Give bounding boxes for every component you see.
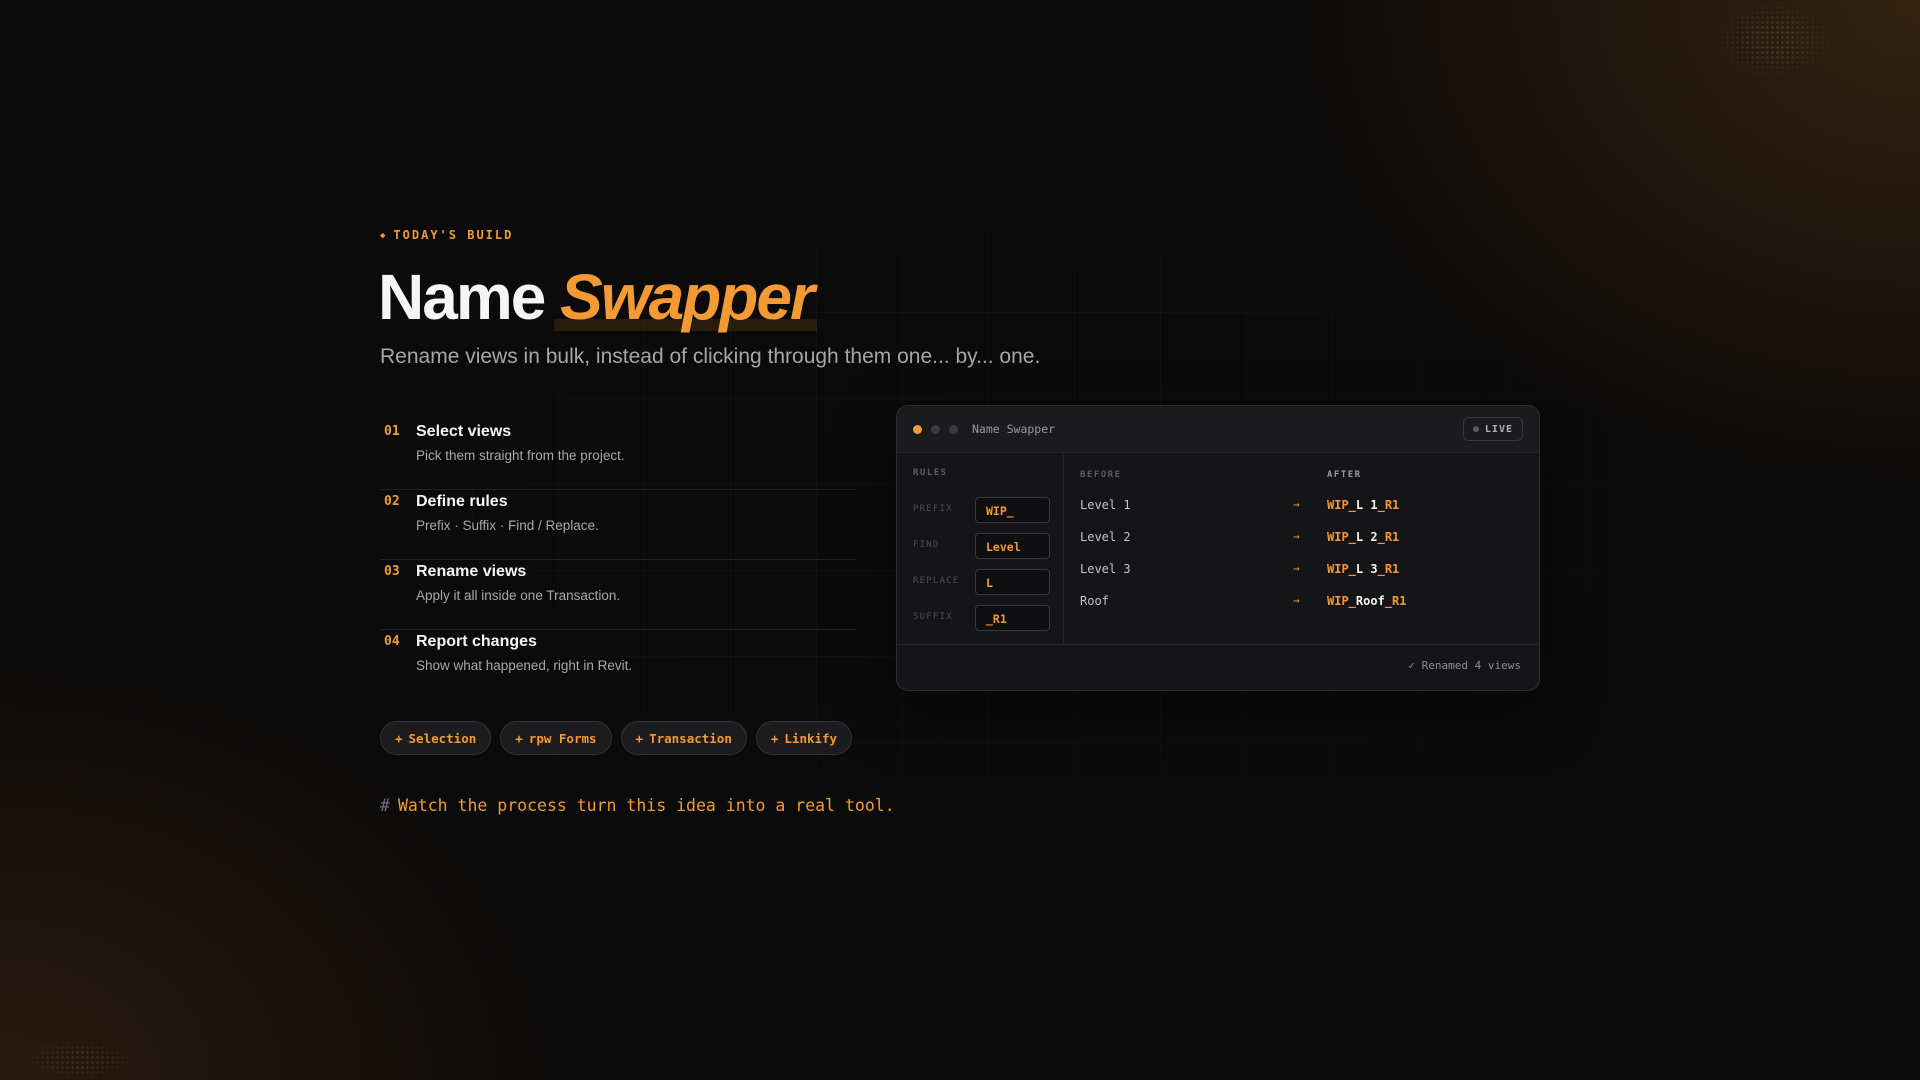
after-name: WIP_L 2_R1 <box>1327 530 1399 544</box>
suffix-input[interactable]: _R1 <box>975 605 1050 631</box>
chip-label: Transaction <box>649 730 732 746</box>
live-label: LIVE <box>1484 423 1513 435</box>
after-prefix: WIP_ <box>1327 562 1356 576</box>
prefix-input[interactable]: WIP_ <box>975 497 1050 523</box>
step-title: Select views <box>416 423 512 440</box>
footer-text: Watch the process turn this idea into a … <box>397 796 895 815</box>
title-accent: Swapper <box>560 261 815 333</box>
after-suffix: _R1 <box>1377 498 1400 512</box>
step-number: 03 <box>384 564 400 579</box>
page-subtitle: Rename views in bulk, instead of clickin… <box>380 345 1041 368</box>
before-name: Level 2 <box>1080 530 1131 544</box>
rule-replace: REPLACE L <box>913 569 1053 595</box>
arrow-right-icon: → <box>1293 530 1300 543</box>
window-maximize-dot[interactable] <box>949 425 958 434</box>
step-item: 04 Report changes Show what happened, ri… <box>380 630 856 700</box>
step-item: 02 Define rules Prefix · Suffix · Find /… <box>380 490 856 560</box>
rule-label: PREFIX <box>913 504 953 514</box>
step-description: Apply it all inside one Transaction. <box>416 588 621 603</box>
step-description: Show what happened, right in Revit. <box>416 658 633 673</box>
rule-find: FIND Level <box>913 533 1053 559</box>
rule-suffix: SUFFIX _R1 <box>913 605 1053 631</box>
after-core: Roof <box>1355 594 1385 608</box>
step-item: 03 Rename views Apply it all inside one … <box>380 560 856 630</box>
plus-icon: + <box>635 730 644 746</box>
rules-heading: RULES <box>913 468 948 478</box>
replace-input[interactable]: L <box>975 569 1050 595</box>
preview-table: BEFORE AFTER Level 1 → WIP_L 1_R1 Level … <box>1065 454 1539 644</box>
rule-label: FIND <box>913 540 940 550</box>
plus-icon: + <box>515 730 523 746</box>
rule-label: REPLACE <box>913 576 960 586</box>
chip-label: Selection <box>408 730 477 746</box>
footer-tagline: # Watch the process turn this idea into a… <box>380 796 895 815</box>
plus-icon: + <box>395 730 403 746</box>
after-core: L 2 <box>1355 530 1378 544</box>
name-swapper-window: Name Swapper LIVE RULES PREFIX WIP_ FIND… <box>896 405 1540 691</box>
after-prefix: WIP_ <box>1327 498 1356 512</box>
plus-icon: + <box>770 730 779 746</box>
arrow-right-icon: → <box>1293 594 1300 607</box>
table-row: Level 3 → WIP_L 3_R1 <box>1065 560 1539 580</box>
stage: ◆ TODAY'S BUILD Name Swapper Rename views… <box>0 0 1920 1080</box>
find-input[interactable]: Level <box>975 533 1050 559</box>
rule-label: SUFFIX <box>913 612 953 622</box>
after-suffix: _R1 <box>1384 594 1407 608</box>
before-heading: BEFORE <box>1080 470 1122 480</box>
chip-selection[interactable]: + Selection <box>380 721 492 755</box>
step-number: 02 <box>384 494 400 509</box>
after-heading: AFTER <box>1327 470 1362 480</box>
status-bar: ✓ Renamed 4 views <box>897 644 1539 690</box>
step-item: 01 Select views Pick them straight from … <box>380 420 856 490</box>
chip-transaction[interactable]: + Transaction <box>620 721 747 755</box>
step-number: 04 <box>384 634 400 649</box>
after-suffix: _R1 <box>1377 562 1400 576</box>
window-minimize-dot[interactable] <box>931 425 940 434</box>
dot-texture-top-right <box>1715 0 1835 80</box>
window-close-dot[interactable] <box>913 425 922 434</box>
arrow-right-icon: → <box>1293 498 1300 511</box>
chip-rpw-forms[interactable]: + rpw Forms <box>500 721 612 755</box>
table-row: Level 1 → WIP_L 1_R1 <box>1065 496 1539 516</box>
tag-chips: + Selection + rpw Forms + Transaction + Link… <box>380 721 853 755</box>
title-main: Name <box>378 261 546 333</box>
step-description: Prefix · Suffix · Find / Replace. <box>416 518 599 533</box>
window-title: Name Swapper <box>972 422 1056 436</box>
arrow-right-icon: → <box>1293 562 1300 575</box>
rule-prefix: PREFIX WIP_ <box>913 497 1053 523</box>
chip-linkify[interactable]: + Linkify <box>755 721 853 755</box>
step-description: Pick them straight from the project. <box>416 448 625 463</box>
eyebrow: ◆ TODAY'S BUILD <box>380 228 513 242</box>
eyebrow-label: TODAY'S BUILD <box>393 228 514 242</box>
steps-list: 01 Select views Pick them straight from … <box>380 420 856 700</box>
after-suffix: _R1 <box>1377 530 1400 544</box>
after-core: L 3 <box>1355 562 1378 576</box>
after-core: L 1 <box>1355 498 1378 512</box>
after-name: WIP_L 1_R1 <box>1327 498 1399 512</box>
chip-label: rpw Forms <box>528 730 597 746</box>
step-number: 01 <box>384 424 400 439</box>
live-dot-icon <box>1472 426 1479 432</box>
status-text: ✓ Renamed 4 views <box>1408 659 1521 672</box>
table-row: Level 2 → WIP_L 2_R1 <box>1065 528 1539 548</box>
hash-symbol: # <box>380 796 390 815</box>
diamond-icon: ◆ <box>380 231 388 241</box>
before-name: Roof <box>1080 594 1109 608</box>
step-title: Report changes <box>416 633 537 650</box>
window-titlebar: Name Swapper LIVE <box>897 406 1539 453</box>
live-badge: LIVE <box>1462 417 1523 441</box>
after-prefix: WIP_ <box>1327 594 1356 608</box>
step-title: Define rules <box>416 493 508 510</box>
after-prefix: WIP_ <box>1327 530 1356 544</box>
after-name: WIP_Roof_R1 <box>1327 594 1407 608</box>
after-name: WIP_L 3_R1 <box>1327 562 1399 576</box>
rules-panel: RULES PREFIX WIP_ FIND Level REPLACE L S… <box>897 454 1064 644</box>
page-title: Name Swapper <box>378 260 815 334</box>
table-row: Roof → WIP_Roof_R1 <box>1065 592 1539 612</box>
before-name: Level 1 <box>1080 498 1131 512</box>
step-title: Rename views <box>416 563 527 580</box>
dot-texture-bottom-left <box>20 1040 140 1080</box>
before-name: Level 3 <box>1080 562 1131 576</box>
chip-label: Linkify <box>784 730 838 746</box>
